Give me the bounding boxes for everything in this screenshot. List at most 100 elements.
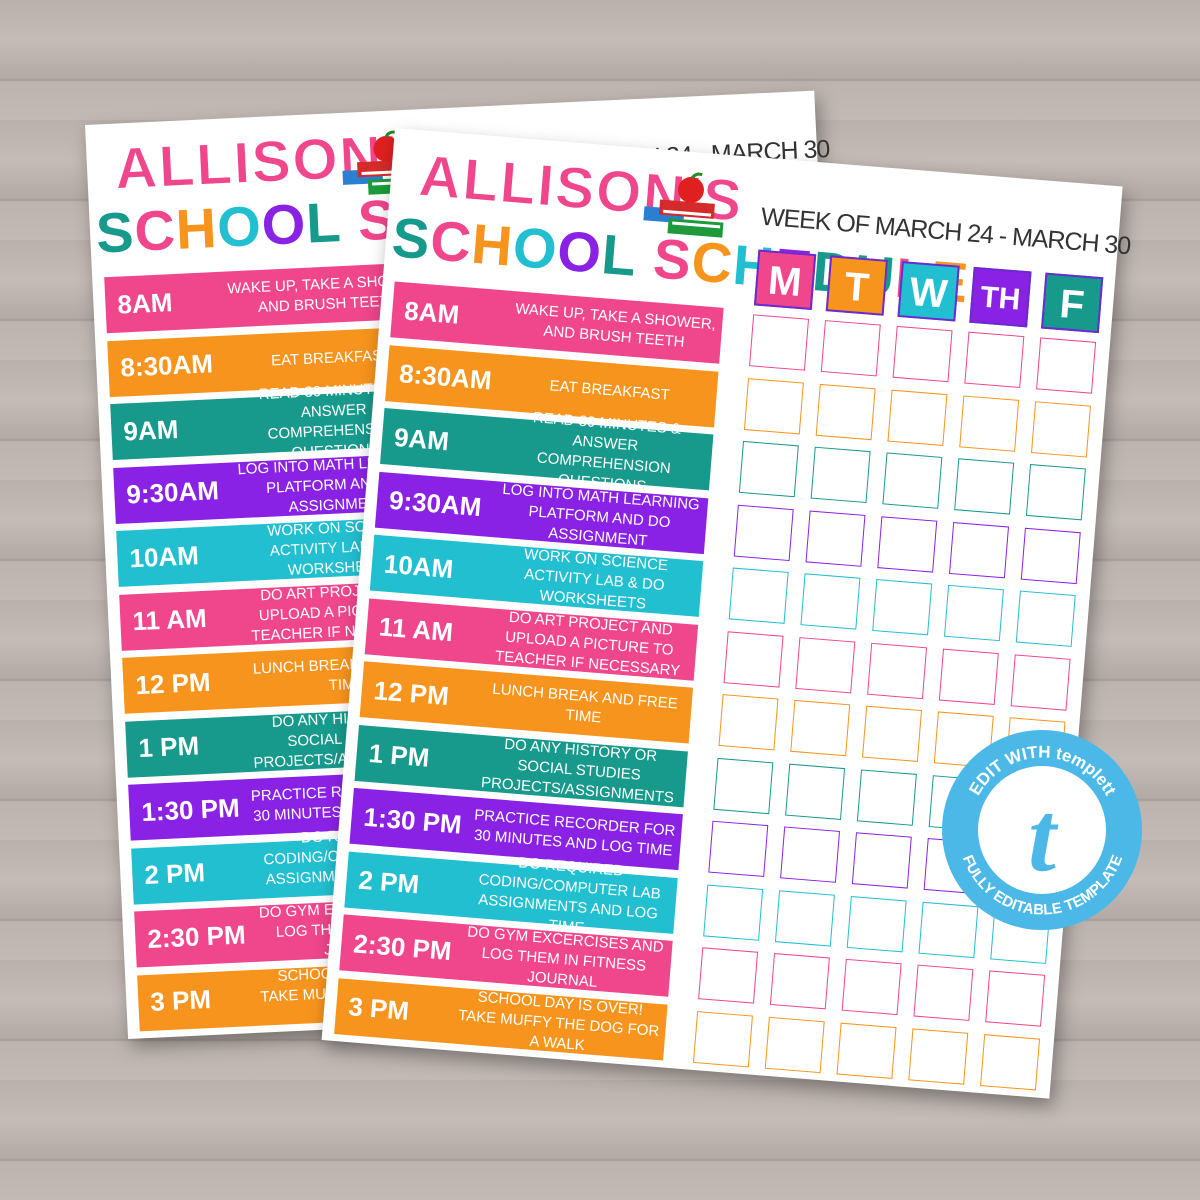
templett-badge: EDIT WITH templett FULLY EDITABLE TEMPLA… — [942, 730, 1142, 930]
checkbox[interactable] — [1036, 337, 1097, 394]
checkbox[interactable] — [708, 820, 769, 878]
schedule-time: 9AM — [122, 413, 180, 447]
checkbox[interactable] — [698, 947, 759, 1004]
checkbox[interactable] — [892, 325, 953, 383]
checkbox[interactable] — [738, 440, 799, 498]
title-letter: S — [94, 199, 136, 265]
schedule-time: 2 PM — [357, 864, 421, 900]
checkbox[interactable] — [693, 1010, 754, 1067]
checkbox[interactable] — [846, 895, 907, 952]
checkbox[interactable] — [851, 832, 912, 889]
checkbox[interactable] — [795, 636, 856, 693]
checkbox[interactable] — [862, 705, 923, 762]
title-letter: L — [599, 222, 640, 288]
checkbox[interactable] — [836, 1022, 897, 1079]
checkbox[interactable] — [713, 757, 774, 814]
checkbox[interactable] — [749, 314, 810, 371]
checkbox[interactable] — [780, 826, 841, 883]
schedule-task: Wake up, take a shower, and brush teeth — [514, 300, 717, 351]
checkbox[interactable] — [723, 630, 784, 688]
checkbox[interactable] — [1025, 464, 1086, 521]
checkbox[interactable] — [815, 383, 876, 440]
schedule-time: 9:30AM — [387, 484, 483, 523]
checkbox[interactable] — [856, 768, 917, 826]
checkbox[interactable] — [703, 883, 764, 941]
schedule-time: 11 AM — [377, 611, 455, 648]
schedule-time: 8AM — [116, 286, 174, 320]
checkbox[interactable] — [733, 504, 794, 561]
checkbox[interactable] — [805, 509, 866, 567]
checkbox[interactable] — [790, 699, 851, 757]
checkbox[interactable] — [1010, 653, 1071, 711]
schedule-task: Eat breakfast — [549, 376, 671, 404]
checkbox[interactable] — [810, 446, 871, 504]
checkbox[interactable] — [867, 642, 928, 699]
schedule-time: 1 PM — [367, 737, 431, 773]
checkbox[interactable] — [872, 579, 933, 636]
title-letter: O — [510, 214, 561, 282]
schedule-time: 8:30AM — [398, 358, 493, 396]
checkbox[interactable] — [820, 320, 881, 377]
checkbox[interactable] — [1031, 400, 1092, 458]
schedule-time: 1:30 PM — [140, 791, 241, 827]
schedule-time: 1:30 PM — [362, 801, 463, 840]
schedule-time: 11 AM — [131, 602, 208, 637]
schedule-task: Do any history or social studies project… — [480, 735, 675, 806]
schedule-task: Lunch break and free time — [491, 680, 679, 727]
checkbox[interactable] — [887, 389, 948, 446]
schedule-time: 9AM — [393, 421, 451, 456]
checkbox[interactable] — [1020, 527, 1081, 584]
schedule-task: Do art project and upload a picture to t… — [494, 608, 681, 680]
checkbox[interactable] — [1015, 590, 1076, 647]
schedule-sheet-front: ALLISON'SSCHOOL SCHEDULEWEEK OF MARCH 24… — [321, 128, 1131, 1099]
schedule-time: 10AM — [128, 539, 200, 573]
title-letter: C — [132, 197, 178, 263]
title-letter: S — [389, 205, 434, 272]
schedule-time: 12 PM — [134, 666, 212, 700]
checkbox[interactable] — [718, 694, 779, 751]
books-apple-icon — [637, 168, 732, 245]
checkbox[interactable] — [938, 648, 999, 705]
schedule-time: 3 PM — [149, 984, 212, 1017]
title-letter: L — [304, 190, 343, 255]
checkbox[interactable] — [841, 958, 902, 1016]
checkbox[interactable] — [882, 452, 943, 509]
day-header-m: M — [753, 249, 817, 311]
day-header-f: F — [1041, 272, 1104, 334]
schedule-time: 3 PM — [347, 991, 411, 1026]
checkbox[interactable] — [959, 394, 1020, 452]
title-letter: O — [555, 218, 605, 285]
checkbox[interactable] — [908, 1027, 969, 1085]
checkbox[interactable] — [949, 521, 1010, 578]
schedule-time: 2:30 PM — [146, 918, 247, 954]
schedule-time: 8AM — [403, 294, 461, 330]
checkbox[interactable] — [764, 1016, 825, 1073]
day-header-t: T — [825, 255, 889, 316]
title-letter: O — [215, 193, 264, 259]
checkbox[interactable] — [980, 1033, 1041, 1090]
checkbox[interactable] — [774, 889, 835, 947]
schedule-time: 2:30 PM — [352, 927, 453, 966]
schedule-time: 12 PM — [372, 674, 451, 711]
checkbox[interactable] — [877, 515, 938, 573]
schedule-time: 2 PM — [143, 857, 206, 891]
checkbox[interactable] — [769, 953, 830, 1010]
schedule-time: 10AM — [382, 548, 455, 584]
schedule-time: 9:30AM — [125, 475, 220, 510]
title-letter: H — [174, 195, 219, 261]
checkbox[interactable] — [785, 763, 846, 820]
schedule-time: 1 PM — [137, 730, 200, 764]
checkbox[interactable] — [743, 377, 804, 434]
title-letter: H — [469, 211, 516, 278]
schedule-time: 8:30AM — [119, 348, 214, 383]
checkbox[interactable] — [913, 964, 974, 1021]
checkbox[interactable] — [985, 970, 1046, 1027]
checkbox[interactable] — [800, 573, 861, 630]
checkbox[interactable] — [954, 458, 1015, 515]
schedule-task: School day is over! Take Muffy the dog f… — [457, 987, 660, 1054]
checkbox[interactable] — [964, 331, 1025, 388]
checkbox[interactable] — [943, 584, 1004, 642]
title-letter: C — [427, 208, 475, 275]
day-header-th: TH — [969, 266, 1032, 328]
checkbox[interactable] — [728, 567, 789, 624]
